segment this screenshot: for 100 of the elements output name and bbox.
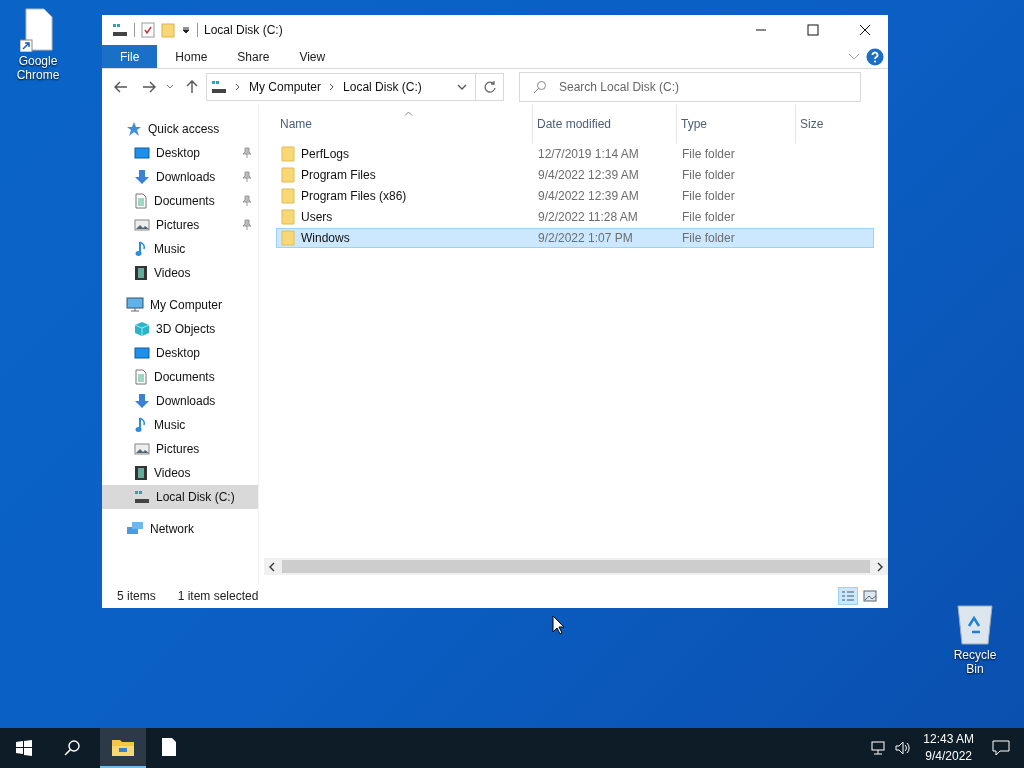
nav-item[interactable]: Downloads bbox=[102, 165, 258, 189]
pin-icon[interactable] bbox=[242, 219, 252, 231]
ribbon-tab[interactable]: Home bbox=[163, 45, 220, 68]
nav-item[interactable]: Music bbox=[102, 237, 258, 261]
type-cell: File folder bbox=[682, 210, 735, 224]
desktop-icon bbox=[134, 146, 150, 160]
address-bar[interactable]: My Computer Local Disk (C:) bbox=[206, 73, 476, 101]
pin-icon[interactable] bbox=[242, 171, 252, 183]
picture-icon bbox=[863, 589, 877, 602]
column-header[interactable]: Type bbox=[677, 105, 796, 143]
nav-item[interactable]: Local Disk (C:) bbox=[102, 485, 258, 509]
date-cell: 9/2/2022 11:28 AM bbox=[538, 210, 638, 224]
close-icon[interactable] bbox=[859, 24, 871, 36]
music-note-icon bbox=[134, 241, 148, 257]
pin-icon[interactable] bbox=[242, 147, 252, 159]
help-icon[interactable] bbox=[866, 47, 884, 66]
caret-icon[interactable] bbox=[181, 25, 191, 35]
file-row[interactable]: Program Files (x86) 9/4/2022 12:39 AM File folder bbox=[276, 186, 874, 206]
nav-item[interactable]: Downloads bbox=[102, 389, 258, 413]
nav-item[interactable]: Videos bbox=[102, 261, 258, 285]
folder-icon bbox=[111, 737, 135, 757]
document-icon bbox=[134, 369, 148, 385]
speaker-icon[interactable] bbox=[895, 741, 912, 755]
drive-icon bbox=[134, 490, 150, 504]
clock[interactable]: 12:43 AM 9/4/2022 bbox=[923, 731, 974, 765]
file-row[interactable]: PerfLogs 12/7/2019 1:14 AM File folder bbox=[276, 144, 874, 164]
music-note-icon bbox=[134, 417, 148, 433]
nav-item[interactable]: Quick access bbox=[102, 117, 258, 141]
details-view-button[interactable] bbox=[838, 586, 858, 605]
file-name: Program Files bbox=[301, 168, 376, 182]
monitor-icon bbox=[126, 297, 144, 313]
file-explorer-taskbar-button[interactable] bbox=[100, 728, 146, 768]
breadcrumb[interactable]: My Computer bbox=[249, 80, 322, 94]
nav-item[interactable]: Pictures bbox=[102, 213, 258, 237]
type-cell: File folder bbox=[682, 168, 735, 182]
nav-item[interactable]: My Computer bbox=[102, 293, 258, 317]
picture-icon bbox=[134, 442, 150, 456]
network-icon bbox=[126, 521, 144, 537]
folder-icon bbox=[281, 209, 295, 225]
file-row[interactable]: Users 9/2/2022 11:28 AM File folder bbox=[276, 207, 874, 227]
notification-icon[interactable] bbox=[992, 740, 1010, 756]
folder-icon bbox=[281, 188, 295, 204]
nav-item[interactable]: Videos bbox=[102, 461, 258, 485]
down-arrow-icon bbox=[134, 169, 150, 185]
nav-item[interactable]: Music bbox=[102, 413, 258, 437]
nav-item[interactable]: Documents bbox=[102, 365, 258, 389]
nav-item[interactable]: 3D Objects bbox=[102, 317, 258, 341]
ribbon-tab[interactable]: Share bbox=[225, 45, 282, 68]
file-row[interactable]: Windows 9/2/2022 1:07 PM File folder bbox=[276, 228, 874, 248]
file-name: PerfLogs bbox=[301, 147, 350, 161]
maximize-icon[interactable] bbox=[807, 24, 819, 36]
date-cell: 9/2/2022 1:07 PM bbox=[538, 231, 633, 245]
up-arrow-icon[interactable] bbox=[186, 80, 198, 94]
column-header[interactable]: Size bbox=[796, 105, 876, 143]
windows-logo-icon[interactable] bbox=[16, 740, 32, 756]
back-arrow-icon[interactable] bbox=[114, 81, 128, 93]
desktop-icon-label[interactable]: Google Chrome bbox=[8, 54, 68, 82]
star-icon bbox=[126, 121, 142, 137]
column-header[interactable]: Date modified bbox=[533, 105, 677, 143]
chevron-right-icon[interactable] bbox=[235, 83, 241, 91]
properties-icon[interactable] bbox=[141, 22, 155, 38]
scroll-left-icon[interactable] bbox=[268, 561, 276, 572]
forward-arrow-icon[interactable] bbox=[142, 81, 156, 93]
type-cell: File folder bbox=[682, 231, 735, 245]
column-header[interactable]: Name bbox=[276, 105, 533, 143]
nav-item[interactable]: Network bbox=[102, 517, 258, 541]
ribbon-tab[interactable]: File bbox=[102, 45, 158, 68]
search-field[interactable]: Search Local Disk (C:) bbox=[519, 72, 861, 102]
film-strip-icon bbox=[134, 465, 148, 481]
chevron-right-icon[interactable] bbox=[329, 83, 336, 91]
chevron-down-icon[interactable] bbox=[457, 83, 467, 91]
chevron-down-icon[interactable] bbox=[166, 84, 174, 90]
search-icon[interactable] bbox=[64, 740, 80, 756]
refresh-button[interactable] bbox=[476, 73, 504, 101]
recycle-bin-icon[interactable] bbox=[955, 602, 995, 646]
date-cell: 9/4/2022 12:39 AM bbox=[538, 189, 639, 203]
nav-item[interactable]: Desktop bbox=[102, 141, 258, 165]
desktop-icon-label[interactable]: Recycle Bin bbox=[945, 648, 1005, 676]
nav-item[interactable]: Desktop bbox=[102, 341, 258, 365]
nav-item[interactable]: Pictures bbox=[102, 437, 258, 461]
sort-caret-icon bbox=[404, 111, 413, 116]
type-cell: File folder bbox=[682, 189, 735, 203]
horizontal-scrollbar[interactable] bbox=[264, 558, 888, 575]
pin-icon[interactable] bbox=[242, 195, 252, 207]
document-icon bbox=[134, 193, 148, 209]
drive-icon[interactable] bbox=[112, 23, 128, 37]
file-row[interactable]: Program Files 9/4/2022 12:39 AM File folder bbox=[276, 165, 874, 185]
search-icon bbox=[533, 80, 547, 94]
details-list-icon bbox=[841, 589, 855, 602]
breadcrumb[interactable]: Local Disk (C:) bbox=[343, 80, 422, 94]
cube-icon bbox=[134, 321, 150, 337]
down-arrow-icon bbox=[134, 393, 150, 409]
date-cell: 9/4/2022 12:39 AM bbox=[538, 168, 639, 182]
ribbon-tab[interactable]: View bbox=[287, 45, 338, 68]
network-icon[interactable] bbox=[871, 741, 888, 755]
nav-item[interactable]: Documents bbox=[102, 189, 258, 213]
file-shortcut-icon[interactable] bbox=[20, 8, 56, 52]
folder-icon bbox=[281, 230, 295, 246]
type-cell: File folder bbox=[682, 147, 735, 161]
scroll-right-icon[interactable] bbox=[876, 561, 884, 572]
